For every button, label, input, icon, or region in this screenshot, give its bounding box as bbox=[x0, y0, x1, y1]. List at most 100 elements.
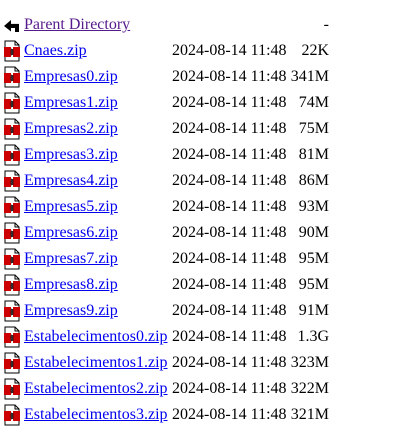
file-row: Estabelecimentos1.zip 2024-08-14 11:48 323… bbox=[0, 350, 329, 376]
compressed-file-icon bbox=[2, 222, 22, 244]
file-date: 2024-08-14 11:48 bbox=[172, 302, 287, 319]
file-size: 95M bbox=[298, 276, 329, 293]
file-row: Estabelecimentos2.zip 2024-08-14 11:48 322… bbox=[0, 376, 329, 402]
file-row: Empresas9.zip 2024-08-14 11:48 91M bbox=[0, 298, 329, 324]
parent-size-cell: - bbox=[323, 16, 329, 33]
file-icon-cell bbox=[0, 272, 24, 298]
file-date: 2024-08-14 11:48 bbox=[172, 172, 287, 189]
file-size: 95M bbox=[298, 250, 329, 267]
file-icon-cell bbox=[0, 220, 24, 246]
file-date: 2024-08-14 11:48 bbox=[172, 42, 287, 59]
compressed-file-icon bbox=[2, 274, 22, 296]
parent-icon-cell bbox=[0, 12, 24, 38]
file-date: 2024-08-14 11:48 bbox=[172, 328, 287, 345]
file-link[interactable]: Empresas1.zip bbox=[24, 94, 118, 111]
compressed-file-icon bbox=[2, 92, 22, 114]
file-size: 22K bbox=[301, 42, 329, 59]
compressed-file-icon bbox=[2, 326, 22, 348]
compressed-file-icon bbox=[2, 404, 22, 426]
file-link[interactable]: Empresas3.zip bbox=[24, 146, 118, 163]
file-link[interactable]: Empresas6.zip bbox=[24, 224, 118, 241]
file-date: 2024-08-14 11:48 bbox=[172, 354, 287, 371]
file-link[interactable]: Empresas9.zip bbox=[24, 302, 118, 319]
file-row: Empresas3.zip 2024-08-14 11:48 81M bbox=[0, 142, 329, 168]
file-icon-cell bbox=[0, 90, 24, 116]
file-size: 93M bbox=[298, 198, 329, 215]
file-name-cell: Estabelecimentos0.zip bbox=[24, 324, 172, 350]
file-name-cell: Empresas4.zip bbox=[24, 168, 172, 194]
compressed-file-icon bbox=[2, 300, 22, 322]
file-icon-cell bbox=[0, 116, 24, 142]
compressed-file-icon bbox=[2, 196, 22, 218]
file-size: 341M bbox=[290, 68, 329, 85]
file-icon-cell bbox=[0, 324, 24, 350]
file-row: Estabelecimentos3.zip 2024-08-14 11:48 321… bbox=[0, 402, 329, 428]
file-link[interactable]: Estabelecimentos2.zip bbox=[24, 380, 168, 397]
file-row: Empresas0.zip 2024-08-14 11:48 341M bbox=[0, 64, 329, 90]
file-size: 322M bbox=[290, 380, 329, 397]
back-arrow-icon bbox=[2, 14, 22, 36]
file-icon-cell bbox=[0, 64, 24, 90]
file-name-cell: Cnaes.zip bbox=[24, 38, 172, 64]
directory-listing: Parent Directory - Cnaes.zip 2024-08-14 1… bbox=[0, 12, 329, 428]
file-link[interactable]: Estabelecimentos0.zip bbox=[24, 328, 168, 345]
file-date: 2024-08-14 11:48 bbox=[172, 68, 287, 85]
file-name-cell: Empresas3.zip bbox=[24, 142, 172, 168]
file-date: 2024-08-14 11:48 bbox=[172, 380, 287, 397]
file-row: Estabelecimentos0.zip 2024-08-14 11:48 1.3… bbox=[0, 324, 329, 350]
file-size: 321M bbox=[290, 406, 329, 423]
file-name-cell: Empresas0.zip bbox=[24, 64, 172, 90]
compressed-file-icon bbox=[2, 378, 22, 400]
file-row: Empresas6.zip 2024-08-14 11:48 90M bbox=[0, 220, 329, 246]
file-row: Empresas5.zip 2024-08-14 11:48 93M bbox=[0, 194, 329, 220]
listing-body: Parent Directory - Cnaes.zip 2024-08-14 1… bbox=[0, 12, 329, 428]
file-row: Empresas8.zip 2024-08-14 11:48 95M bbox=[0, 272, 329, 298]
file-date: 2024-08-14 11:48 bbox=[172, 120, 287, 137]
file-icon-cell bbox=[0, 298, 24, 324]
file-size: 90M bbox=[298, 224, 329, 241]
file-size: 81M bbox=[298, 146, 329, 163]
file-name-cell: Empresas2.zip bbox=[24, 116, 172, 142]
file-link[interactable]: Empresas2.zip bbox=[24, 120, 118, 137]
file-row: Empresas1.zip 2024-08-14 11:48 74M bbox=[0, 90, 329, 116]
file-link[interactable]: Estabelecimentos3.zip bbox=[24, 406, 168, 423]
file-date: 2024-08-14 11:48 bbox=[172, 224, 287, 241]
file-icon-cell bbox=[0, 194, 24, 220]
file-icon-cell bbox=[0, 376, 24, 402]
file-date: 2024-08-14 11:48 bbox=[172, 250, 287, 267]
file-name-cell: Empresas5.zip bbox=[24, 194, 172, 220]
file-link[interactable]: Empresas8.zip bbox=[24, 276, 118, 293]
parent-directory-link[interactable]: Parent Directory bbox=[24, 16, 130, 33]
file-date: 2024-08-14 11:48 bbox=[172, 146, 287, 163]
file-date: 2024-08-14 11:48 bbox=[172, 276, 287, 293]
file-name-cell: Estabelecimentos2.zip bbox=[24, 376, 172, 402]
file-name-cell: Empresas1.zip bbox=[24, 90, 172, 116]
file-link[interactable]: Estabelecimentos1.zip bbox=[24, 354, 168, 371]
file-date: 2024-08-14 11:48 bbox=[172, 198, 287, 215]
file-size: 74M bbox=[298, 94, 329, 111]
file-link[interactable]: Cnaes.zip bbox=[24, 42, 87, 59]
file-link[interactable]: Empresas4.zip bbox=[24, 172, 118, 189]
parent-name-cell: Parent Directory bbox=[24, 12, 172, 38]
file-size: 86M bbox=[298, 172, 329, 189]
file-icon-cell bbox=[0, 402, 24, 428]
file-icon-cell bbox=[0, 168, 24, 194]
file-size: 91M bbox=[298, 302, 329, 319]
file-icon-cell bbox=[0, 246, 24, 272]
compressed-file-icon bbox=[2, 352, 22, 374]
compressed-file-icon bbox=[2, 118, 22, 140]
file-name-cell: Empresas7.zip bbox=[24, 246, 172, 272]
compressed-file-icon bbox=[2, 40, 22, 62]
file-icon-cell bbox=[0, 350, 24, 376]
file-link[interactable]: Empresas0.zip bbox=[24, 68, 118, 85]
compressed-file-icon bbox=[2, 144, 22, 166]
file-link[interactable]: Empresas7.zip bbox=[24, 250, 118, 267]
file-row: Empresas4.zip 2024-08-14 11:48 86M bbox=[0, 168, 329, 194]
parent-date-cell bbox=[172, 12, 289, 38]
file-size: 323M bbox=[290, 354, 329, 371]
file-link[interactable]: Empresas5.zip bbox=[24, 198, 118, 215]
file-name-cell: Empresas6.zip bbox=[24, 220, 172, 246]
compressed-file-icon bbox=[2, 170, 22, 192]
file-name-cell: Empresas9.zip bbox=[24, 298, 172, 324]
parent-directory-row: Parent Directory - bbox=[0, 12, 329, 38]
